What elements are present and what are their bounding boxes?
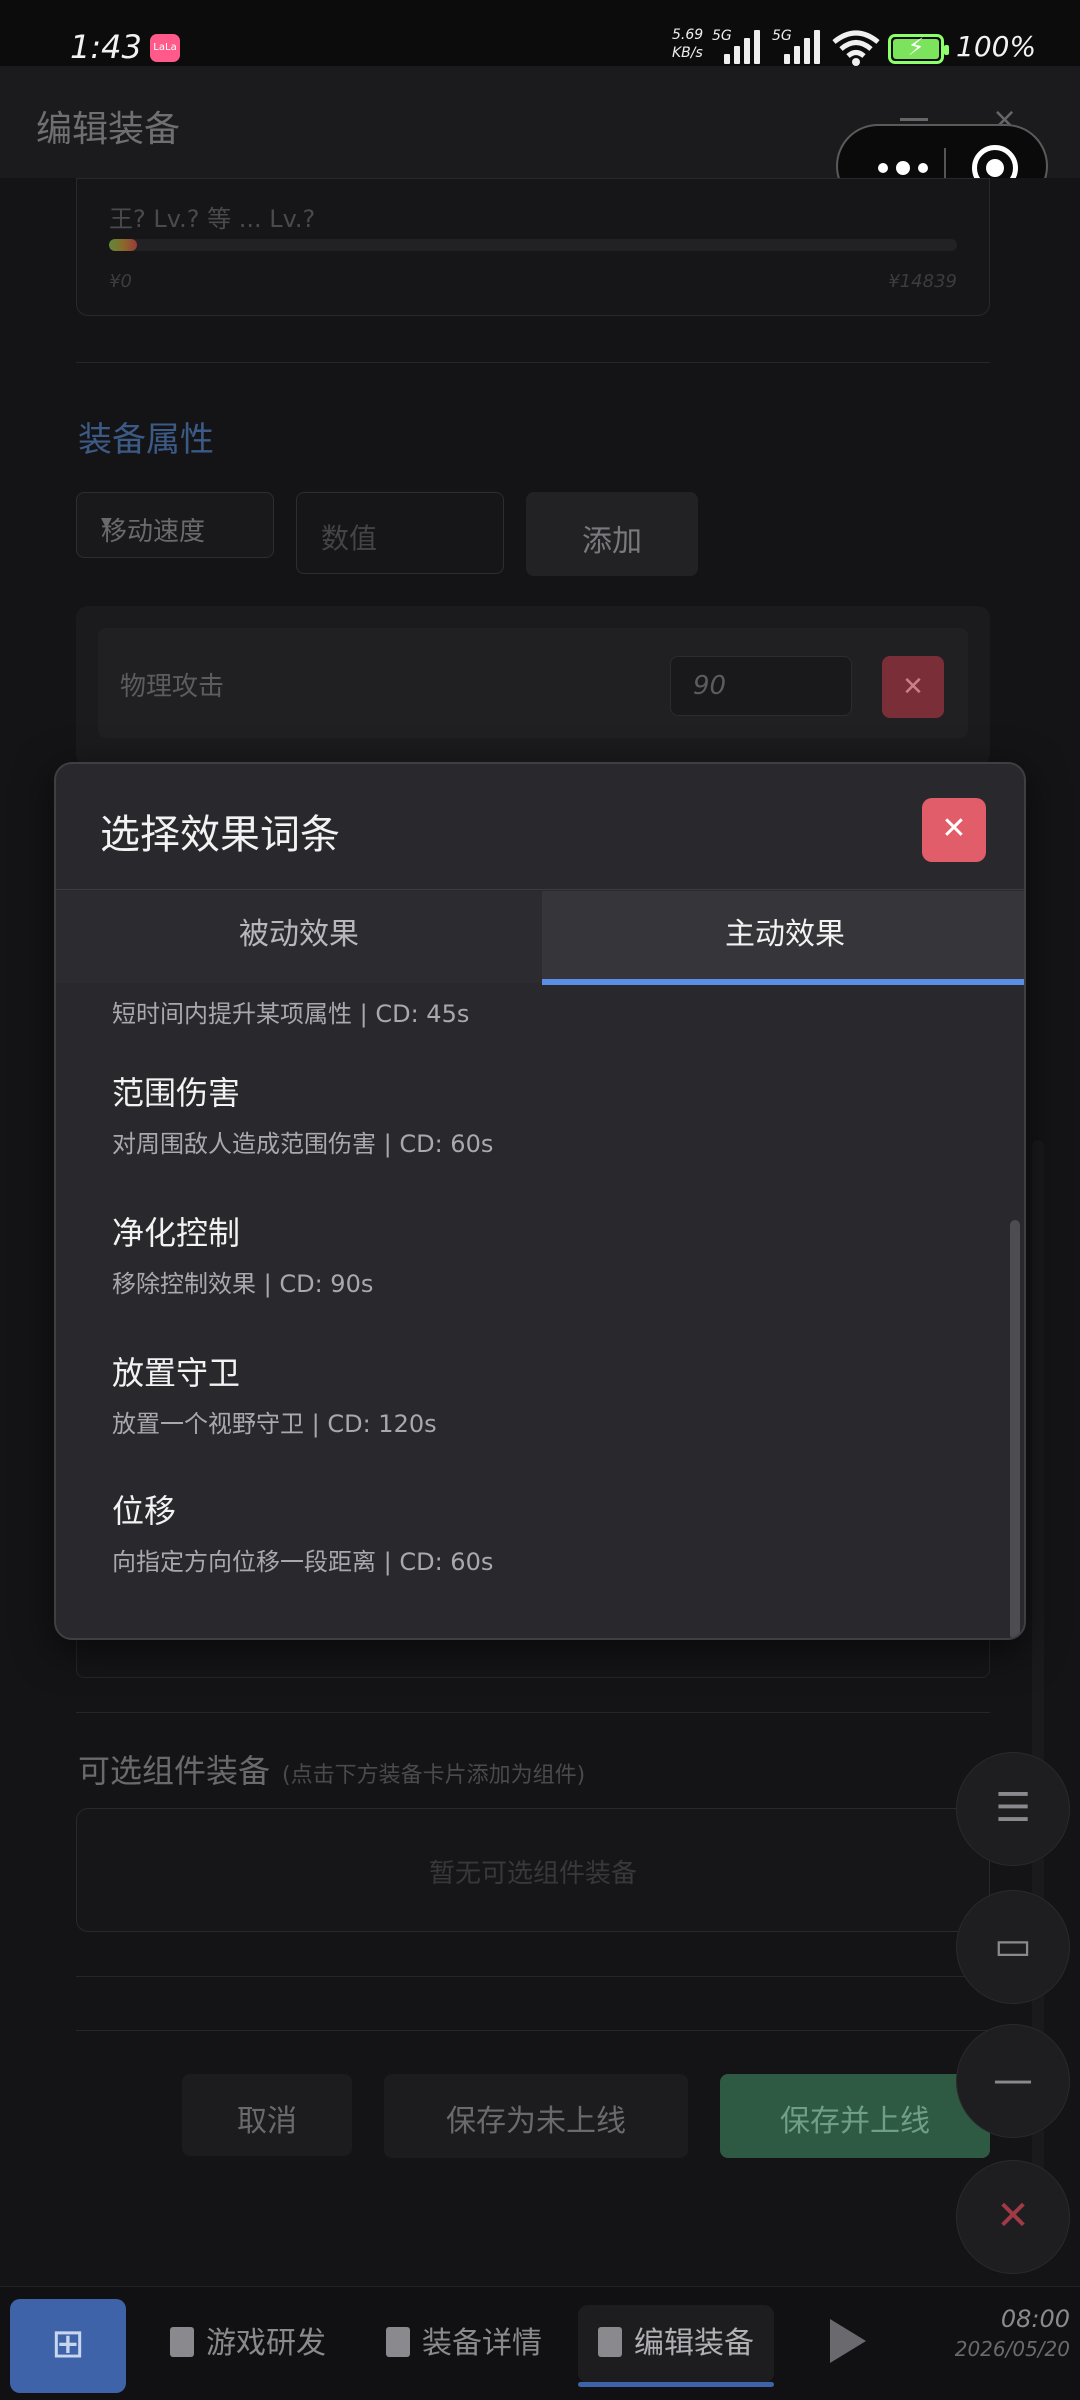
status-time: 1:43: [70, 28, 142, 66]
net-speed: 5.69 KB/s: [672, 27, 704, 61]
document-icon: [170, 2327, 194, 2357]
add-attribute-button[interactable]: 添加: [526, 492, 698, 576]
effect-name: 范围伤害: [112, 1074, 241, 1112]
status-bar: 1:43 LaLa 5.69 KB/s 5G 5G ⚡ 100%: [0, 0, 1080, 66]
wifi-icon: [832, 30, 880, 66]
signal-icon-2: [784, 30, 820, 64]
list-item[interactable]: 位移 向指定方向位移一段距离 | CD: 60s: [112, 1486, 972, 1577]
minimize-icon[interactable]: [900, 118, 928, 121]
effect-name: 放置守卫: [112, 1354, 241, 1392]
value-input[interactable]: 数值: [296, 492, 504, 574]
battery-percent: 100%: [956, 30, 1037, 63]
section-title-attributes: 装备属性: [78, 420, 214, 460]
dialog-scrollbar[interactable]: [1010, 1220, 1020, 1638]
close-icon[interactable]: ✕: [956, 2160, 1070, 2274]
effect-desc: 对周围敌人造成范围伤害 | CD: 60s: [112, 1130, 494, 1158]
price-progress-bar: [109, 239, 957, 251]
attribute-list: 物理攻击 90 ✕: [76, 606, 990, 766]
effect-list: 短时间内提升某项属性 | CD: 45s 范围伤害 对周围敌人造成范围伤害 | …: [56, 984, 1024, 1638]
attribute-row: 物理攻击 90 ✕: [98, 628, 968, 738]
divider: [76, 1712, 990, 1713]
taskbar-clock: 08:00 2026/05/20: [954, 2305, 1070, 2361]
page-title: 编辑装备: [36, 109, 181, 150]
progress-max-label: ¥14839: [888, 271, 957, 292]
app-notification-icon: LaLa: [150, 34, 180, 62]
chevron-down-icon: ▼: [101, 515, 112, 531]
list-item[interactable]: 净化控制 移除控制效果 | CD: 90s: [112, 1208, 972, 1299]
attribute-value-input[interactable]: 90: [670, 656, 852, 716]
effect-picker-dialog: 选择效果词条 ✕ 被动效果 主动效果 短时间内提升某项属性 | CD: 45s …: [54, 762, 1026, 1640]
play-icon[interactable]: [830, 2319, 866, 2363]
save-draft-button[interactable]: 保存为未上线: [384, 2074, 688, 2158]
tab-passive[interactable]: 被动效果: [56, 891, 542, 983]
list-item-desc[interactable]: 短时间内提升某项属性 | CD: 45s: [112, 994, 469, 1029]
delete-attribute-button[interactable]: ✕: [882, 656, 944, 718]
taskbar: ⊞ 游戏研发 装备详情 编辑装备 08:00 2026/05/20: [0, 2286, 1080, 2400]
progress-min-label: ¥0: [109, 271, 132, 292]
tab-active[interactable]: 主动效果: [542, 891, 1024, 985]
divider: [76, 1976, 990, 1977]
cancel-button[interactable]: 取消: [182, 2074, 352, 2156]
battery-icon: ⚡: [888, 33, 949, 64]
signal-icon: [724, 30, 760, 64]
dialog-header: 选择效果词条 ✕: [56, 764, 1024, 890]
menu-icon[interactable]: ☰: [956, 1752, 1070, 1866]
divider: [76, 362, 990, 363]
effect-desc: 放置一个视野守卫 | CD: 120s: [112, 1410, 437, 1438]
attribute-select[interactable]: 移动速度 ▼: [76, 492, 274, 558]
effect-name: 净化控制: [112, 1214, 241, 1252]
attribute-name: 物理攻击: [120, 672, 225, 702]
optional-components-empty: 暂无可选组件装备: [76, 1808, 990, 1932]
effect-desc: 向指定方向位移一段距离 | CD: 60s: [112, 1548, 494, 1576]
task-item-edit-equip[interactable]: 编辑装备: [578, 2305, 774, 2387]
document-icon: [598, 2327, 622, 2357]
task-item-game-dev[interactable]: 游戏研发: [170, 2305, 326, 2383]
dialog-title: 选择效果词条: [100, 812, 340, 858]
list-item[interactable]: 放置守卫 放置一个视野守卫 | CD: 120s: [112, 1348, 972, 1439]
price-progress-card: 王? Lv.? 等 ... Lv.? ¥0 ¥14839: [76, 178, 990, 316]
effect-name: 位移: [112, 1492, 177, 1530]
grid-icon[interactable]: ⊞: [10, 2299, 126, 2393]
effect-tabs: 被动效果 主动效果: [56, 891, 1024, 985]
close-dialog-button[interactable]: ✕: [922, 798, 986, 862]
document-icon: [386, 2327, 410, 2357]
optional-components-hint: (点击下方装备卡片添加为组件): [282, 1763, 586, 1788]
effect-desc: 移除控制效果 | CD: 90s: [112, 1270, 374, 1298]
optional-components-title: 可选组件装备 (点击下方装备卡片添加为组件): [78, 1752, 586, 1790]
save-publish-button[interactable]: 保存并上线: [720, 2074, 990, 2158]
task-item-equip-detail[interactable]: 装备详情: [386, 2305, 542, 2383]
minimize-icon[interactable]: —: [956, 2024, 1070, 2138]
maximize-icon[interactable]: ▭: [956, 1890, 1070, 2004]
list-item[interactable]: 范围伤害 对周围敌人造成范围伤害 | CD: 60s: [112, 1068, 972, 1159]
divider: [76, 2030, 990, 2031]
